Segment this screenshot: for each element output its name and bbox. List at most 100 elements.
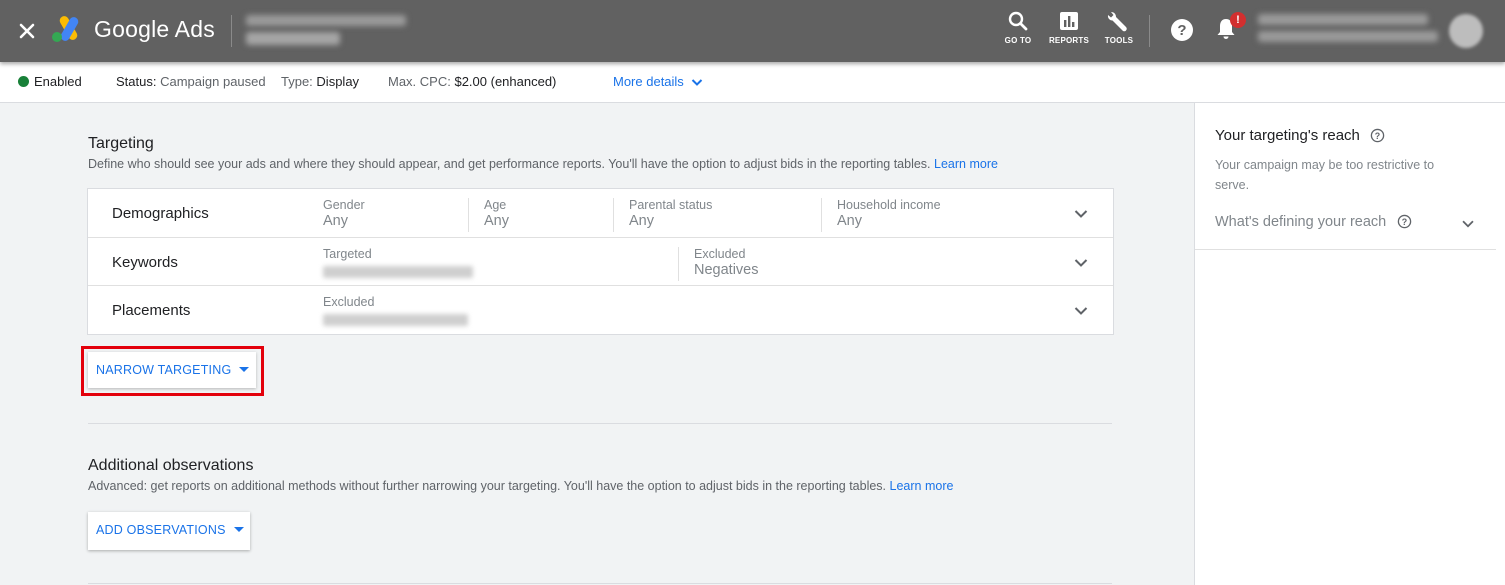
top-app-bar: Google Ads GO TO REPORTS TOOLS ? ! (0, 0, 1505, 62)
reach-defining-label: What's defining your reach (1215, 214, 1387, 230)
campaign-status: Status: Campaign paused (116, 74, 266, 89)
account-email-redacted[interactable] (1258, 14, 1428, 25)
observations-title: Additional observations (88, 457, 254, 474)
cpc-label: Max. CPC: (388, 74, 451, 89)
status-label: Status: (116, 74, 157, 89)
svg-text:?: ? (1401, 217, 1406, 227)
search-icon (1008, 11, 1028, 31)
status-value: Campaign paused (160, 74, 266, 89)
header-divider (231, 15, 232, 47)
parental-status-column: Parental status Any (629, 198, 712, 229)
reach-panel-title-text: Your targeting's reach (1215, 127, 1360, 144)
targeting-description-text: Define who should see your ads and where… (88, 157, 931, 171)
chevron-down-icon[interactable] (1071, 301, 1091, 321)
gender-label: Gender (323, 198, 365, 212)
google-ads-logo-icon (51, 15, 83, 43)
enabled-label: Enabled (34, 74, 82, 89)
keywords-label: Keywords (112, 254, 178, 271)
campaign-type: Type: Display (281, 74, 359, 89)
demographics-row[interactable]: Demographics Gender Any Age Any Parental… (88, 189, 1113, 237)
targeting-description: Define who should see your ads and where… (88, 157, 998, 171)
more-details-label: More details (613, 74, 684, 89)
header-divider (1149, 15, 1150, 47)
type-label: Type: (281, 74, 313, 89)
placements-excluded-redacted (323, 314, 468, 326)
tools-label: TOOLS (1104, 36, 1134, 45)
targeting-learn-more-link[interactable]: Learn more (934, 157, 998, 171)
svg-text:?: ? (1177, 22, 1186, 39)
add-observations-label: ADD OBSERVATIONS (96, 523, 226, 537)
reach-panel-description: Your campaign may be too restrictive to … (1215, 158, 1435, 192)
age-column: Age Any (484, 198, 509, 229)
keywords-excluded-value: Negatives (694, 262, 759, 278)
placements-excluded-column: Excluded (323, 295, 468, 326)
reach-defining-expander[interactable]: What's defining your reach ? (1215, 213, 1477, 235)
observations-description: Advanced: get reports on additional meth… (88, 479, 953, 493)
help-outline-icon[interactable]: ? (1397, 214, 1412, 229)
svg-text:?: ? (1375, 131, 1380, 141)
bar-chart-icon (1060, 12, 1078, 30)
chevron-down-icon[interactable] (1071, 204, 1091, 224)
keywords-targeted-label: Targeted (323, 247, 372, 261)
wrench-icon (1107, 12, 1127, 32)
column-divider (678, 247, 679, 281)
column-divider (821, 198, 822, 232)
chevron-down-icon[interactable] (1071, 253, 1091, 273)
household-income-value: Any (837, 213, 862, 229)
gender-value: Any (323, 213, 348, 229)
close-icon[interactable] (14, 18, 40, 44)
placements-excluded-label: Excluded (323, 295, 375, 309)
placements-label: Placements (112, 302, 191, 319)
panel-divider (1195, 249, 1496, 250)
reports-label: REPORTS (1048, 36, 1090, 45)
age-value: Any (484, 213, 509, 229)
gender-column: Gender Any (323, 198, 365, 229)
chevron-down-icon (691, 79, 703, 86)
keywords-targeted-column: Targeted (323, 247, 473, 278)
enabled-dot-icon (18, 76, 29, 87)
keywords-excluded-column: Excluded Negatives (694, 247, 758, 278)
targeting-title: Targeting (88, 135, 154, 152)
account-name-redacted[interactable] (246, 15, 406, 26)
household-income-label: Household income (837, 198, 941, 212)
help-icon[interactable]: ? (1170, 18, 1194, 42)
reports-button[interactable]: REPORTS (1046, 10, 1092, 45)
parental-status-label: Parental status (629, 198, 713, 212)
go-to-button[interactable]: GO TO (995, 10, 1041, 45)
narrow-targeting-button[interactable]: NARROW TARGETING (88, 352, 256, 388)
tools-button[interactable]: TOOLS (1096, 10, 1142, 45)
add-observations-button[interactable]: ADD OBSERVATIONS (88, 512, 250, 550)
dropdown-arrow-icon (233, 527, 244, 532)
help-outline-icon[interactable]: ? (1370, 128, 1385, 143)
age-label: Age (484, 198, 507, 212)
column-divider (613, 198, 614, 232)
reach-panel-title: Your targeting's reach ? (1215, 127, 1385, 144)
max-cpc: Max. CPC: $2.00 (enhanced) (388, 74, 556, 89)
narrow-targeting-label: NARROW TARGETING (96, 363, 232, 377)
section-divider (88, 423, 1112, 424)
demographics-label: Demographics (112, 205, 209, 222)
keywords-row[interactable]: Keywords Targeted Excluded Negatives (88, 237, 1113, 286)
account-id-redacted[interactable] (1258, 31, 1438, 42)
type-value: Display (316, 74, 360, 89)
campaign-status-bar: Enabled Status: Campaign paused Type: Di… (0, 62, 1505, 103)
placements-row[interactable]: Placements Excluded (88, 285, 1113, 334)
column-divider (468, 198, 469, 232)
app-name: Google Ads (94, 16, 215, 42)
keywords-excluded-label: Excluded (694, 247, 746, 261)
dropdown-arrow-icon (239, 367, 250, 372)
observations-learn-more-link[interactable]: Learn more (890, 479, 954, 493)
chevron-down-icon (1462, 220, 1474, 228)
go-to-label: GO TO (1004, 36, 1032, 45)
targeting-card: Demographics Gender Any Age Any Parental… (87, 188, 1114, 335)
keywords-targeted-redacted (323, 266, 473, 278)
observations-description-text: Advanced: get reports on additional meth… (88, 479, 887, 493)
section-divider (88, 583, 1112, 584)
notification-badge: ! (1230, 12, 1246, 28)
campaign-name-redacted[interactable] (246, 32, 340, 45)
avatar[interactable] (1449, 14, 1483, 48)
cpc-value: $2.00 (enhanced) (454, 74, 557, 89)
household-income-column: Household income Any (837, 198, 941, 229)
enabled-status[interactable]: Enabled (18, 74, 82, 89)
more-details-link[interactable]: More details (613, 74, 704, 89)
